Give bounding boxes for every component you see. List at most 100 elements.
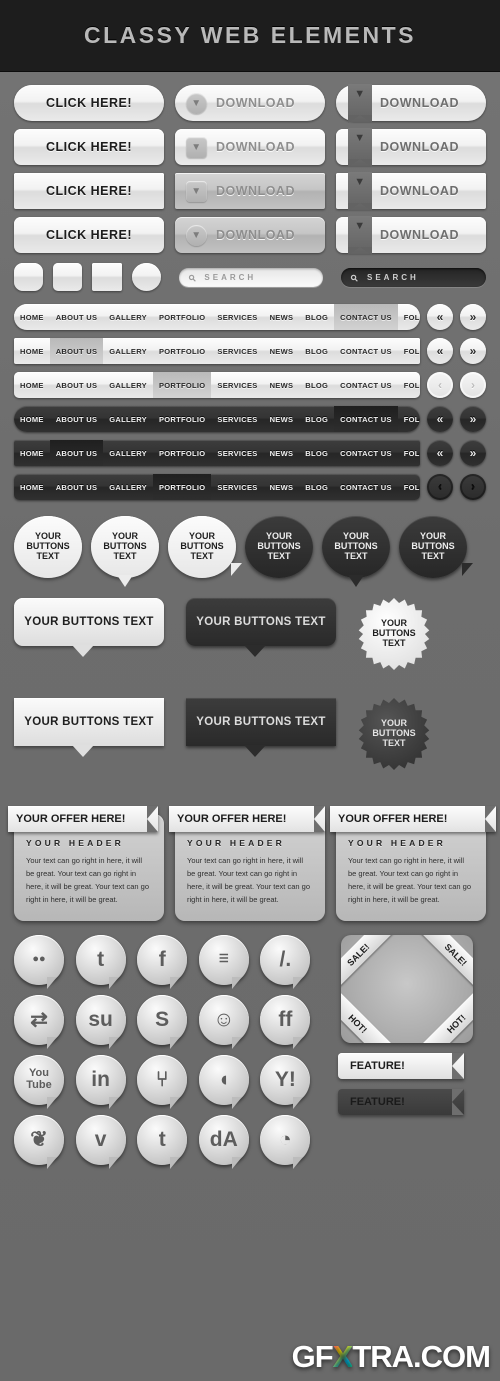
nav-next-button[interactable]: » (460, 406, 486, 432)
yahoo-icon[interactable]: Y! (260, 1054, 311, 1109)
msn-butterfly-icon[interactable]: ❦ (14, 1114, 64, 1169)
nav-item-news[interactable]: NEWS (264, 440, 300, 466)
round-speech-button-dark[interactable]: YOUR BUTTONS TEXT (322, 516, 390, 587)
corner-ribbon-sale-top-left[interactable]: SALE! (341, 934, 396, 992)
round-speech-button-light[interactable]: YOUR BUTTONS TEXT (14, 516, 82, 578)
nav-item-news[interactable]: NEWS (264, 304, 300, 330)
round-speech-button-light[interactable]: YOUR BUTTONS TEXT (168, 516, 242, 578)
nav-prev-button[interactable]: ‹ (427, 474, 453, 500)
nav-item-blog[interactable]: BLOG (299, 304, 334, 330)
nav-item-gallery[interactable]: GALLERY (103, 304, 153, 330)
myspace-icon[interactable]: ☰ (198, 934, 249, 989)
search-input-light[interactable]: ⚲ SEARCH (178, 267, 324, 287)
nav-prev-button[interactable]: « (427, 304, 453, 330)
rss-icon[interactable]: ◔ (260, 1114, 311, 1169)
speech-button-dark[interactable]: YOUR BUTTONS TEXT (186, 598, 336, 657)
nav-item-contact-us[interactable]: CONTACT US (334, 440, 398, 466)
starburst-badge-dark[interactable]: YOUR BUTTONS TEXT (358, 698, 430, 770)
nav-item-home[interactable]: HOME (14, 338, 50, 364)
speech-button-light[interactable]: YOUR BUTTONS TEXT (14, 598, 164, 657)
nav-item-about-us[interactable]: ABOUT US (49, 440, 104, 466)
nav-item-portfolio[interactable]: PORTFOLIO (153, 440, 211, 466)
nav-item-portfolio[interactable]: PORTFOLIO (153, 406, 211, 432)
plancast-icon[interactable]: ⑂ (137, 1054, 188, 1109)
nav-next-button[interactable]: » (460, 304, 486, 330)
download-ribbon-button[interactable]: ▼ DOWNLOAD (336, 128, 486, 167)
nav-item-home[interactable]: HOME (14, 406, 50, 432)
soft-square-button[interactable] (53, 263, 83, 291)
nav-item-services[interactable]: SERVICES (211, 304, 263, 330)
nav-item-news[interactable]: NEWS (264, 338, 300, 364)
nav-item-services[interactable]: SERVICES (211, 406, 263, 432)
nav-item-about-us[interactable]: ABOUT US (50, 372, 104, 398)
flickr-icon[interactable]: ●● (14, 934, 64, 989)
skype-icon[interactable]: S (137, 994, 188, 1049)
nav-item-news[interactable]: NEWS (264, 372, 300, 398)
nav-item-follow-us[interactable]: FOLLOW US (398, 440, 420, 466)
tumblr-icon[interactable]: t (137, 1114, 188, 1169)
nav-next-button[interactable]: › (460, 474, 486, 500)
click-here-button[interactable]: CLICK HERE! (14, 217, 164, 253)
click-here-button[interactable]: CLICK HERE! (14, 85, 164, 121)
nav-item-blog[interactable]: BLOG (299, 440, 334, 466)
nav-item-portfolio[interactable]: PORTFOLIO (153, 338, 211, 364)
nav-item-portfolio[interactable]: PORTFOLIO (152, 372, 212, 398)
download-ribbon-button[interactable]: ▼ DOWNLOAD (336, 216, 486, 255)
nav-item-contact-us[interactable]: CONTACT US (334, 406, 398, 432)
reddit-icon[interactable]: ☺ (198, 994, 249, 1049)
download-circle-button[interactable]: ▼ DOWNLOAD (175, 217, 325, 253)
nav-item-gallery[interactable]: GALLERY (103, 440, 153, 466)
nav-item-contact-us[interactable]: CONTACT US (334, 372, 398, 398)
round-speech-button-dark[interactable]: YOUR BUTTONS TEXT (399, 516, 473, 578)
nav-prev-button[interactable]: « (427, 440, 453, 466)
nav-prev-button[interactable]: « (427, 406, 453, 432)
nav-next-button[interactable]: › (460, 372, 486, 398)
nav-item-about-us[interactable]: ABOUT US (50, 474, 104, 500)
youtube-icon[interactable]: You Tube (14, 1054, 64, 1109)
nav-item-services[interactable]: SERVICES (211, 372, 263, 398)
offer-ribbon[interactable]: YOUR OFFER HERE! (330, 806, 496, 832)
speech-button-dark[interactable]: YOUR BUTTONS TEXT (186, 698, 336, 757)
nav-item-home[interactable]: HOME (14, 440, 50, 466)
round-speech-button-dark[interactable]: YOUR BUTTONS TEXT (245, 516, 313, 578)
nav-item-services[interactable]: SERVICES (211, 474, 263, 500)
click-here-button[interactable]: CLICK HERE! (14, 173, 164, 209)
friendfeed-icon[interactable]: ff (260, 994, 311, 1049)
corner-ribbon-hot-bottom-right[interactable]: HOT! (418, 985, 473, 1043)
search-input-dark[interactable]: ⚲ SEARCH (341, 267, 486, 287)
download-ribbon-button[interactable]: ▼ DOWNLOAD (336, 172, 486, 211)
nav-next-button[interactable]: » (460, 338, 486, 364)
corner-ribbon-sale-top-right[interactable]: SALE! (418, 934, 473, 992)
nav-item-news[interactable]: NEWS (264, 474, 300, 500)
nav-item-follow-us[interactable]: FOLLOW US (398, 474, 420, 500)
rounded-square-button[interactable] (14, 263, 44, 291)
feature-tag-dark[interactable]: FEATURE! (338, 1088, 464, 1115)
nav-item-blog[interactable]: BLOG (299, 406, 334, 432)
offer-ribbon[interactable]: YOUR OFFER HERE! (169, 806, 325, 832)
nav-item-about-us[interactable]: ABOUT US (50, 304, 104, 330)
click-here-button[interactable]: CLICK HERE! (14, 129, 164, 165)
nav-item-portfolio[interactable]: PORTFOLIO (153, 304, 211, 330)
nav-item-about-us[interactable]: ABOUT US (49, 338, 104, 364)
vimeo-icon[interactable]: v (75, 1114, 126, 1169)
facebook-icon[interactable]: f (137, 934, 188, 989)
nav-item-contact-us[interactable]: CONTACT US (334, 474, 398, 500)
nav-item-follow-us[interactable]: FOLLOW US (398, 406, 420, 432)
nav-item-gallery[interactable]: GALLERY (103, 474, 153, 500)
nav-next-button[interactable]: » (460, 440, 486, 466)
nav-item-gallery[interactable]: GALLERY (103, 406, 153, 432)
nav-item-services[interactable]: SERVICES (211, 338, 263, 364)
nav-item-contact-us[interactable]: CONTACT US (334, 304, 398, 330)
speech-button-light[interactable]: YOUR BUTTONS TEXT (14, 698, 164, 757)
starburst-badge-light[interactable]: YOUR BUTTONS TEXT (358, 598, 430, 670)
nav-item-blog[interactable]: BLOG (299, 474, 334, 500)
nav-prev-button[interactable]: « (427, 338, 453, 364)
nav-item-home[interactable]: HOME (14, 372, 50, 398)
nav-item-blog[interactable]: BLOG (299, 372, 334, 398)
nav-prev-button[interactable]: ‹ (427, 372, 453, 398)
viddler-icon[interactable]: ◖ (198, 1054, 249, 1109)
nav-item-follow-us[interactable]: FOLLOW US (398, 304, 420, 330)
nav-item-gallery[interactable]: GALLERY (103, 338, 153, 364)
nav-item-home[interactable]: HOME (14, 474, 50, 500)
feature-tag-light[interactable]: FEATURE! (338, 1052, 464, 1079)
